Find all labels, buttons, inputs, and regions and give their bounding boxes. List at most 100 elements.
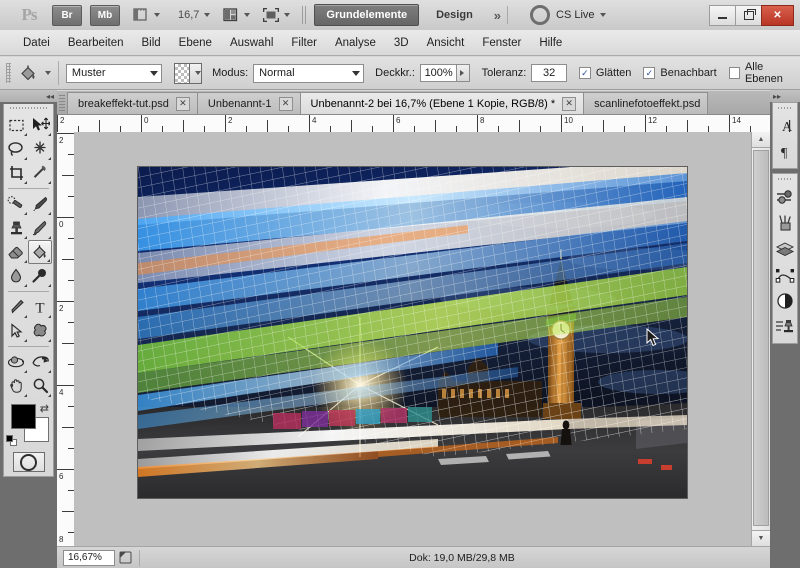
launch-mini-bridge-button[interactable]: Mb xyxy=(90,4,120,26)
document-tab-breakeffekt[interactable]: breakeffekt-tut.psd ✕ xyxy=(67,92,197,114)
menu-ansicht[interactable]: Ansicht xyxy=(418,35,474,51)
view-extras-menu[interactable] xyxy=(132,7,160,23)
character-panel-icon[interactable]: A xyxy=(773,113,797,139)
preview-toggle-icon[interactable] xyxy=(115,550,135,566)
menu-ebene[interactable]: Ebene xyxy=(170,35,221,51)
scroll-down-button[interactable]: ▼ xyxy=(752,530,770,546)
channels-panel-icon[interactable] xyxy=(773,288,797,314)
close-button[interactable]: ✕ xyxy=(761,5,794,26)
opacity-input[interactable]: 100% xyxy=(419,64,458,82)
paths-panel-icon[interactable] xyxy=(773,262,797,288)
tool-spot-healing-brush[interactable] xyxy=(4,192,28,216)
contiguous-checkbox[interactable]: ✓ xyxy=(643,67,656,79)
tool-preset-chevron-icon[interactable] xyxy=(44,71,51,75)
tool-blur[interactable] xyxy=(4,264,28,288)
tool-3d-object-rotate[interactable] xyxy=(4,350,28,374)
canvas-scroll-area[interactable] xyxy=(74,132,751,546)
vertical-scrollbar[interactable]: ▲ ▼ xyxy=(751,132,770,546)
tool-zoom[interactable] xyxy=(28,374,52,398)
tool-custom-shape[interactable] xyxy=(28,319,52,343)
tool-rectangular-marquee[interactable] xyxy=(4,113,28,137)
menu-datei[interactable]: Datei xyxy=(14,35,59,51)
screen-mode-menu[interactable] xyxy=(262,7,291,23)
fill-source-select[interactable]: Muster xyxy=(65,63,162,83)
menu-fenster[interactable]: Fenster xyxy=(473,35,530,51)
antialias-checkbox-wrap[interactable]: ✓ Glätten xyxy=(578,67,631,79)
all-layers-checkbox-wrap[interactable]: Alle Ebenen xyxy=(728,61,800,85)
menu-bearbeiten[interactable]: Bearbeiten xyxy=(59,35,133,51)
workspace-design[interactable]: Design xyxy=(425,5,484,25)
menu-analyse[interactable]: Analyse xyxy=(326,35,385,51)
pattern-picker-button[interactable] xyxy=(189,63,202,83)
pattern-swatch-picker[interactable] xyxy=(173,62,203,84)
right-dock-collapse[interactable]: ▸▸ xyxy=(770,90,800,102)
cs-live-button[interactable]: CS Live xyxy=(530,5,606,25)
tool-brush[interactable] xyxy=(28,192,52,216)
workspace-grundelemente[interactable]: Grundelemente xyxy=(314,4,420,26)
quick-mask-toggle[interactable] xyxy=(12,452,45,472)
menu-auswahl[interactable]: Auswahl xyxy=(221,35,282,51)
tool-paint-bucket[interactable] xyxy=(28,240,52,264)
document-canvas[interactable] xyxy=(137,166,688,499)
tool-crop[interactable] xyxy=(4,161,28,185)
tool-eyedropper[interactable] xyxy=(28,161,52,185)
menu-hilfe[interactable]: Hilfe xyxy=(530,35,571,51)
swap-colors-icon[interactable]: ⇄ xyxy=(40,402,49,415)
workspace-overflow-chevron-icon[interactable]: » xyxy=(494,8,501,23)
history-panel-icon[interactable] xyxy=(773,314,797,340)
tool-dodge[interactable] xyxy=(28,264,52,288)
tab-bar-grip[interactable] xyxy=(59,95,65,111)
tool-history-brush[interactable] xyxy=(28,216,52,240)
menu-filter[interactable]: Filter xyxy=(282,35,326,51)
document-tab-scanlinefotoeffekt[interactable]: scanlinefotoeffekt.psd xyxy=(583,92,709,114)
tool-3d-camera-rotate[interactable] xyxy=(28,350,52,374)
tab-close-icon[interactable]: ✕ xyxy=(562,96,577,111)
masks-panel-icon[interactable] xyxy=(773,210,797,236)
panel-group-drag-handle[interactable] xyxy=(778,176,792,183)
all-layers-checkbox[interactable] xyxy=(728,67,740,79)
foreground-color-swatch[interactable] xyxy=(11,404,36,429)
tab-close-icon[interactable]: ✕ xyxy=(175,96,190,111)
tool-pen[interactable] xyxy=(4,295,28,319)
tool-path-selection[interactable] xyxy=(4,319,28,343)
paragraph-panel-icon[interactable]: ¶ xyxy=(773,139,797,165)
panel-group-drag-handle[interactable] xyxy=(778,105,792,112)
vertical-scroll-thumb[interactable] xyxy=(753,150,769,526)
adjustments-panel-icon[interactable] xyxy=(773,184,797,210)
current-tool-icon[interactable] xyxy=(16,61,40,85)
minimize-button[interactable] xyxy=(709,5,736,26)
chevron-down-icon xyxy=(149,70,158,76)
flyout-triangle-icon xyxy=(48,339,51,342)
arrange-documents-menu[interactable] xyxy=(222,7,251,23)
document-tab-unbenannt-2[interactable]: Unbenannt-2 bei 16,7% (Ebene 1 Kopie, RG… xyxy=(299,92,584,114)
tools-panel-drag-handle[interactable] xyxy=(10,104,47,112)
horizontal-ruler[interactable]: 2 0 2 4 6 8 10 12 14 xyxy=(57,115,770,133)
tool-clone-stamp[interactable] xyxy=(4,216,28,240)
tool-hand[interactable] xyxy=(4,374,28,398)
opacity-stepper[interactable] xyxy=(457,64,470,82)
menu-bild[interactable]: Bild xyxy=(132,35,169,51)
tool-eraser[interactable] xyxy=(4,240,28,264)
options-bar-grip[interactable] xyxy=(6,63,11,83)
tools-panel-collapse[interactable]: ◂◂ xyxy=(0,90,57,102)
tool-magic-wand[interactable] xyxy=(28,137,52,161)
zoom-percentage-input[interactable]: 16,67% xyxy=(63,549,115,566)
contiguous-checkbox-wrap[interactable]: ✓ Benachbart xyxy=(643,67,717,79)
tool-type[interactable]: T xyxy=(28,295,52,319)
document-tab-unbenannt-1[interactable]: Unbenannt-1 ✕ xyxy=(196,92,300,114)
workspace-grip[interactable] xyxy=(302,6,309,24)
launch-bridge-button[interactable]: Br xyxy=(52,4,82,26)
default-colors-icon[interactable] xyxy=(6,435,17,446)
tool-lasso[interactable] xyxy=(4,137,28,161)
layers-panel-icon[interactable] xyxy=(773,236,797,262)
restore-button[interactable] xyxy=(735,5,762,26)
tolerance-input[interactable]: 32 xyxy=(531,64,567,82)
menu-3d[interactable]: 3D xyxy=(385,35,418,51)
tool-move[interactable] xyxy=(28,113,52,137)
blend-mode-select[interactable]: Normal xyxy=(253,63,365,83)
antialias-checkbox[interactable]: ✓ xyxy=(578,67,591,79)
scroll-up-button[interactable]: ▲ xyxy=(752,132,770,148)
zoom-chevron-down-icon[interactable] xyxy=(204,13,211,17)
tab-close-icon[interactable]: ✕ xyxy=(278,96,293,111)
vertical-ruler[interactable]: 2 0 2 4 6 8 xyxy=(57,132,75,546)
